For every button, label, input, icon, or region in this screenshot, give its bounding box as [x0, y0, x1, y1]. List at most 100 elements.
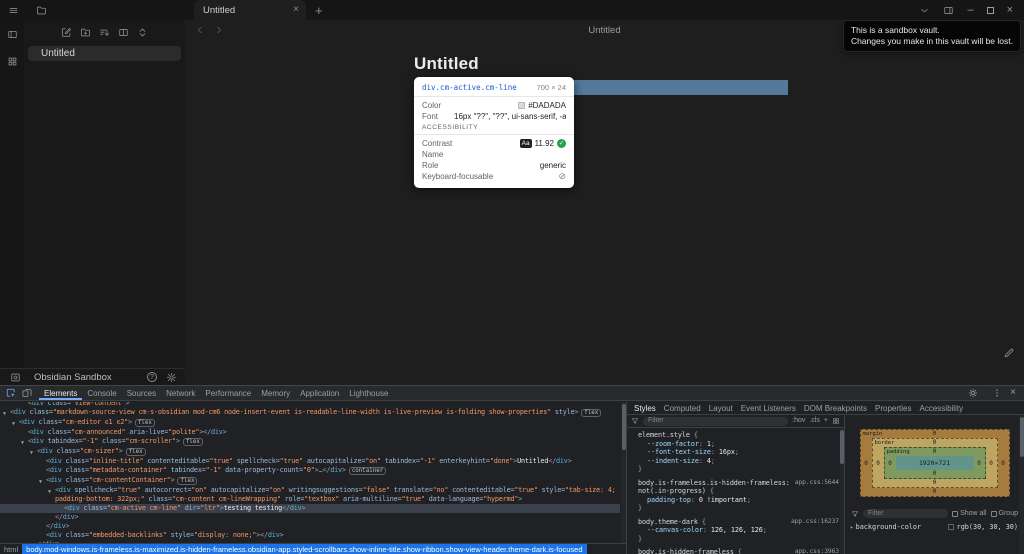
css-property[interactable]: --font-text-size: 16px;	[638, 448, 839, 457]
tree-node[interactable]: <div class="embedded-backlinks" style="d…	[0, 531, 620, 540]
tab-close-icon[interactable]: ×	[293, 5, 299, 15]
container-badge[interactable]: container	[348, 467, 387, 475]
settings-gear-icon[interactable]	[968, 388, 978, 398]
element-classes-button[interactable]: .cls	[809, 417, 820, 426]
folder-icon[interactable]	[36, 5, 47, 16]
css-property[interactable]: --zoom-factor: 1;	[638, 440, 839, 449]
flex-badge[interactable]: flex	[581, 409, 602, 417]
tree-node[interactable]: </div>	[0, 522, 620, 531]
tree-node[interactable]: ▼ <div class="markdown-source-view cm-s-o…	[0, 408, 620, 418]
devtools-tab-application[interactable]: Application	[295, 386, 344, 400]
device-toolbar-icon[interactable]	[22, 388, 32, 398]
editor-pane[interactable]: Untitled Untitled testing testing div.cm…	[185, 20, 1024, 385]
sidebar-tab-layout[interactable]: Layout	[705, 404, 737, 413]
devtools-tab-console[interactable]: Console	[82, 386, 121, 400]
grid-icon[interactable]	[7, 56, 18, 67]
twisty-icon[interactable]: ▼	[48, 488, 51, 497]
expander-icon[interactable]: ▸	[850, 524, 854, 531]
sort-icon[interactable]	[99, 27, 110, 38]
breadcrumb-item[interactable]: body.mod-windows.is-frameless.is-maximiz…	[22, 544, 587, 554]
right-sidebar-toggle-icon[interactable]	[943, 5, 954, 16]
elements-scrollbar[interactable]	[621, 402, 626, 543]
tree-node[interactable]: <div class="cm-announced" aria-live="pol…	[0, 428, 620, 437]
stylesheet-link[interactable]: app.css:5644	[795, 479, 839, 488]
collapse-all-icon[interactable]	[137, 27, 148, 38]
devtools-tab-lighthouse[interactable]: Lighthouse	[344, 386, 393, 400]
left-sidebar-toggle-icon[interactable]	[7, 29, 18, 40]
devtools-tab-network[interactable]: Network	[161, 386, 200, 400]
chevron-down-icon[interactable]	[919, 5, 930, 16]
flex-badge[interactable]: flex	[177, 477, 198, 485]
sidebar-tab-dom-breakpoints[interactable]: DOM Breakpoints	[800, 404, 871, 413]
devtools-close-icon[interactable]: ×	[1010, 388, 1016, 398]
group-checkbox[interactable]: Group	[990, 510, 1018, 517]
computed-property-row[interactable]: ▸ background-color rgb(30, 30, 30)	[850, 523, 1018, 531]
padding-bottom-value: 0	[932, 470, 937, 477]
help-icon[interactable]: ?	[147, 372, 157, 382]
tree-node[interactable]: ▼ <div spellcheck="true" autocorrect="on"…	[0, 486, 620, 504]
new-note-icon[interactable]	[61, 27, 72, 38]
show-all-checkbox[interactable]: Show all	[952, 510, 987, 517]
sidebar-tab-event-listeners[interactable]: Event Listeners	[737, 404, 800, 413]
forward-icon[interactable]	[214, 25, 224, 35]
css-property[interactable]: padding-top: 0 !important;	[638, 496, 839, 505]
inspect-element-icon[interactable]	[6, 388, 16, 398]
settings-gear-icon[interactable]	[166, 372, 177, 383]
vault-switcher[interactable]: Obsidian Sandbox ?	[0, 368, 185, 385]
sidebar-tab-properties[interactable]: Properties	[871, 404, 915, 413]
scrollbar-thumb[interactable]	[1019, 417, 1024, 457]
scrollbar-thumb[interactable]	[840, 430, 844, 464]
new-tab-button[interactable]: +	[315, 4, 323, 17]
maximize-button[interactable]	[986, 6, 994, 14]
tree-node[interactable]: ▼ <div class="cm-editor ͼ1 ͼ2"> flex	[0, 418, 620, 428]
tree-node[interactable]: ▼ <div class="cm-sizer"> flex	[0, 447, 620, 457]
back-icon[interactable]	[195, 25, 205, 35]
kebab-menu-icon[interactable]	[992, 388, 1002, 398]
scrollbar-thumb[interactable]	[621, 404, 626, 450]
tree-node[interactable]: </div>	[0, 513, 620, 522]
box-model-padding[interactable]: padding 0 0 1920×721 0 0	[883, 447, 986, 479]
box-model-border[interactable]: border 0 0 padding 0 0 1920×721 0 0 0 0	[871, 438, 998, 488]
sidebar-tab-accessibility[interactable]: Accessibility	[916, 404, 968, 413]
file-item-untitled[interactable]: Untitled	[28, 46, 181, 61]
sidebar-tab-styles[interactable]: Styles	[630, 404, 660, 413]
devtools-panel: Elements Console Sources Network Performance…	[0, 385, 1024, 554]
edit-mode-icon[interactable]	[1003, 347, 1015, 359]
note-title[interactable]: Untitled	[414, 54, 1024, 74]
new-style-rule-button[interactable]: +	[824, 417, 828, 426]
flex-badge[interactable]: flex	[182, 438, 203, 446]
stylesheet-link[interactable]: app.css:16237	[791, 518, 839, 527]
devtools-tab-sources[interactable]: Sources	[122, 386, 161, 400]
box-model-margin[interactable]: margin 0 0 border 0 0 padding 0 0 1920×7…	[859, 429, 1010, 497]
checkbox-icon	[952, 510, 959, 517]
sidebar-scrollbar[interactable]	[1019, 415, 1024, 554]
columns-icon[interactable]	[118, 27, 129, 38]
new-folder-icon[interactable]	[80, 27, 91, 38]
box-model-content[interactable]: 1920×721	[895, 456, 974, 470]
close-button[interactable]: ×	[1007, 4, 1013, 16]
styles-scrollbar[interactable]	[840, 428, 844, 554]
tree-node[interactable]: <div class="inline-title" contenteditabl…	[0, 457, 620, 466]
tree-node[interactable]: <div class="cm-active cm-line" dir="ltr"…	[0, 504, 620, 513]
devtools-tab-memory[interactable]: Memory	[256, 386, 295, 400]
devtools-tab-performance[interactable]: Performance	[200, 386, 256, 400]
minimize-button[interactable]: –	[967, 4, 973, 16]
flex-badge[interactable]: flex	[125, 448, 146, 456]
tree-node[interactable]: ▼ <div class="cm-contentContainer"> flex	[0, 476, 620, 486]
tab-untitled[interactable]: Untitled ×	[194, 0, 306, 20]
hamburger-menu-icon[interactable]	[8, 5, 19, 16]
tree-node[interactable]: ▼ <div tabindex="-1" class="cm-scroller">…	[0, 437, 620, 447]
devtools-tab-elements[interactable]: Elements	[39, 386, 82, 400]
elements-panel: <div class="view-content"> ▼ <div class="m…	[0, 402, 627, 554]
flex-badge[interactable]: flex	[134, 419, 155, 427]
breadcrumb-item[interactable]: html	[0, 544, 22, 554]
grid-icon[interactable]	[832, 417, 840, 425]
styles-filter-input[interactable]: Filter	[643, 416, 789, 426]
css-property[interactable]: --indent-size: 4;	[638, 457, 839, 466]
sidebar-tab-computed[interactable]: Computed	[660, 404, 705, 413]
stylesheet-link[interactable]: app.css:3963	[795, 548, 839, 554]
tree-node[interactable]: <div class="metadata-container" tabindex…	[0, 466, 620, 476]
computed-filter-input[interactable]: Filter	[863, 509, 949, 518]
toggle-element-state-button[interactable]: :hov	[792, 417, 805, 426]
css-property[interactable]: --canvas-color: 126, 126, 126;	[638, 526, 839, 535]
